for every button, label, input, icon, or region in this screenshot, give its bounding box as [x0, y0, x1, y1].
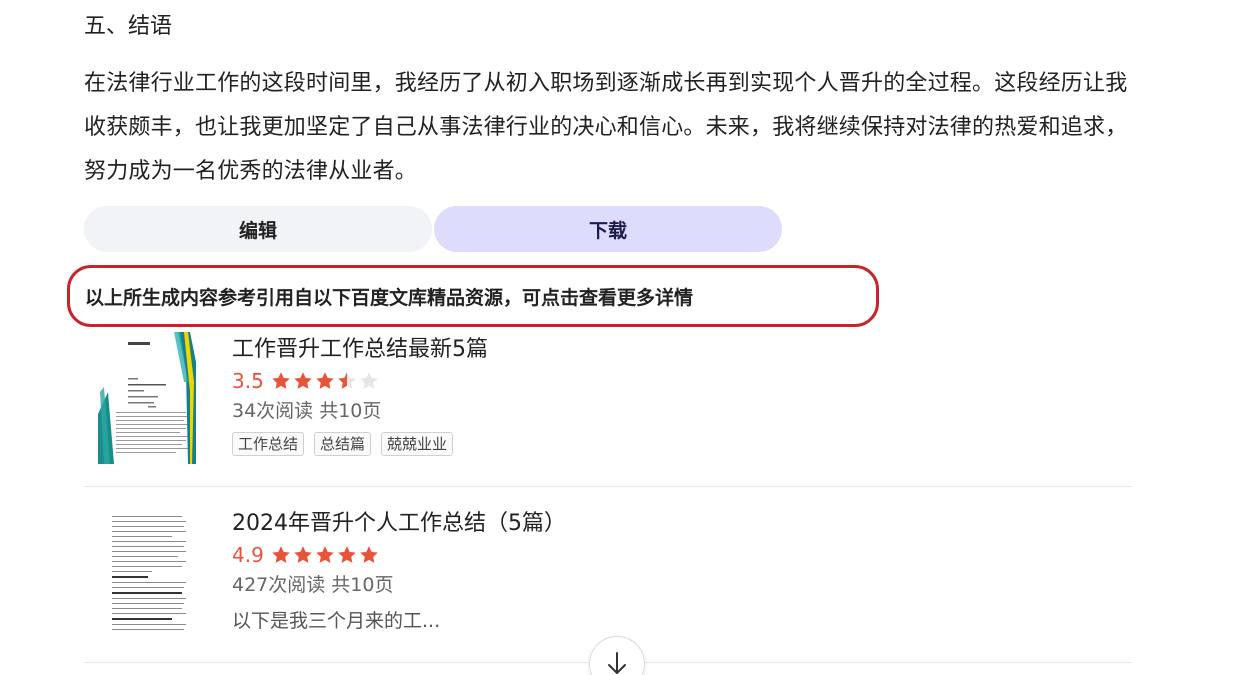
star-icon — [338, 546, 356, 563]
rating-score: 3.5 — [232, 369, 264, 393]
rating-score: 4.9 — [232, 543, 264, 567]
arrow-down-icon — [608, 652, 626, 674]
document-rating: 3.5 — [232, 368, 380, 394]
star-icon — [316, 546, 334, 563]
document-meta: 427次阅读 共10页 — [232, 574, 394, 596]
tag[interactable]: 兢兢业业 — [381, 432, 454, 456]
download-button[interactable]: 下载 — [434, 206, 782, 252]
section-title: 五、结语 — [84, 14, 173, 39]
star-icon — [294, 372, 312, 389]
reference-note: 以上所生成内容参考引用自以下百度文库精品资源，可点击查看更多详情 — [67, 265, 879, 327]
document-title[interactable]: 工作晋升工作总结最新5篇 — [232, 334, 488, 366]
tag[interactable]: 总结篇 — [314, 432, 372, 456]
document-rating: 4.9 — [232, 542, 380, 568]
tag[interactable]: 工作总结 — [232, 432, 305, 456]
edit-button[interactable]: 编辑 — [84, 206, 432, 252]
star-icon — [272, 546, 290, 563]
document-title[interactable]: 2024年晋升个人工作总结（5篇） — [232, 508, 566, 540]
document-tags: 工作总结 总结篇 兢兢业业 — [232, 432, 454, 456]
star-icon — [338, 372, 356, 389]
document-meta: 34次阅读 共10页 — [232, 400, 382, 422]
rating-stars — [270, 544, 380, 566]
star-icon — [360, 546, 378, 563]
rating-stars — [270, 370, 380, 392]
star-icon — [272, 372, 290, 389]
divider — [84, 486, 1132, 487]
document-thumbnail[interactable] — [98, 512, 196, 634]
star-icon — [294, 546, 312, 563]
conclusion-paragraph: 在法律行业工作的这段时间里，我经历了从初入职场到逐渐成长再到实现个人晋升的全过程… — [84, 71, 1128, 184]
reference-note-text: 以上所生成内容参考引用自以下百度文库精品资源，可点击查看更多详情 — [85, 286, 694, 309]
star-icon — [360, 372, 378, 389]
star-icon — [316, 372, 334, 389]
document-snippet: 以下是我三个月来的工... — [232, 610, 441, 632]
document-card[interactable]: 工作晋升工作总结最新5篇 3.5 34次阅读 共10页 工作总结 总结篇 兢兢业… — [84, 330, 1132, 486]
page: 五、结语 在法律行业工作的这段时间里，我经历了从初入职场到逐渐成长再到实现个人晋… — [0, 0, 1244, 675]
document-thumbnail[interactable] — [98, 332, 196, 464]
